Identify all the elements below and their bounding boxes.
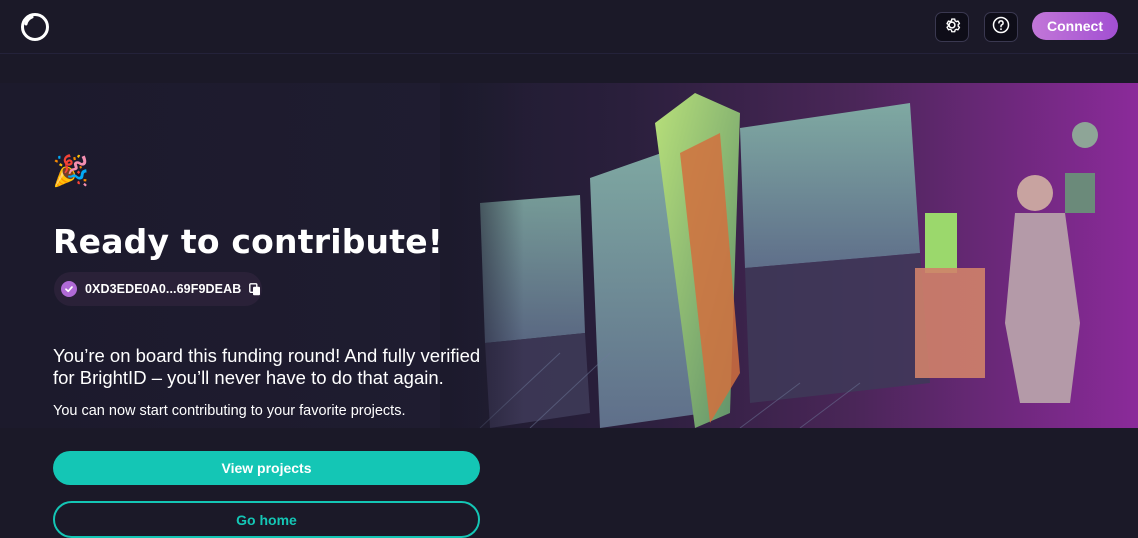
gear-icon <box>942 15 962 40</box>
contribution-message: You can now start contributing to your f… <box>53 403 406 419</box>
ring-logo-icon[interactable] <box>20 12 50 42</box>
wallet-address-badge: 0XD3EDE0A0...69F9DEAB <box>54 272 262 306</box>
page-title: Ready to contribute! <box>53 222 444 261</box>
settings-button[interactable] <box>935 12 969 42</box>
space-station-illustration <box>440 83 1138 428</box>
question-circle-icon <box>991 15 1011 40</box>
connect-button[interactable]: Connect <box>1032 12 1118 40</box>
party-popper-icon: 🎉 <box>52 155 90 188</box>
view-projects-button[interactable]: View projects <box>53 451 480 485</box>
help-button[interactable] <box>984 12 1018 42</box>
top-nav: Connect <box>0 0 1138 54</box>
go-home-button[interactable]: Go home <box>53 501 480 538</box>
check-circle-icon <box>61 281 77 297</box>
verification-message: You’re on board this funding round! And … <box>53 345 481 388</box>
copy-icon[interactable] <box>249 282 261 296</box>
wallet-address: 0XD3EDE0A0...69F9DEAB <box>85 282 242 296</box>
